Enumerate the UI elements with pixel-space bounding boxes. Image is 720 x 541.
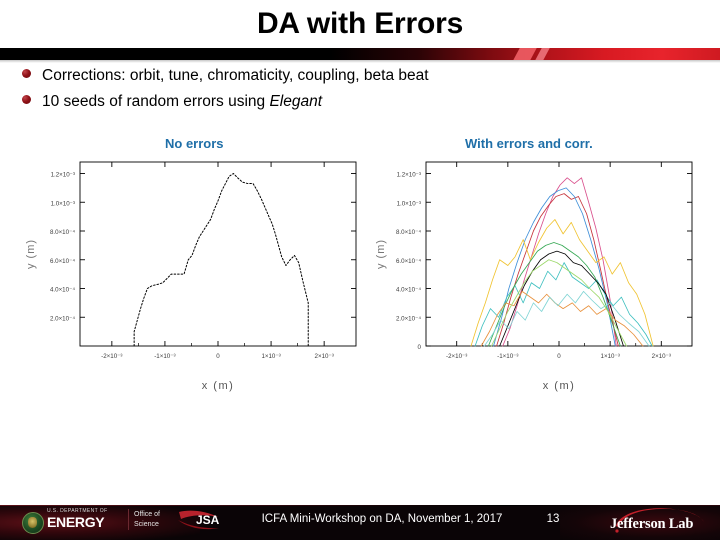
svg-text:8.0×10⁻⁴: 8.0×10⁻⁴ (396, 229, 421, 236)
svg-text:1.2×10⁻³: 1.2×10⁻³ (51, 172, 75, 179)
doe-seal-icon (22, 512, 44, 534)
page-number: 13 (546, 513, 560, 525)
list-item: Corrections: orbit, tune, chromaticity, … (22, 66, 642, 88)
svg-text:1.0×10⁻³: 1.0×10⁻³ (51, 200, 75, 207)
svg-text:4.0×10⁻⁴: 4.0×10⁻⁴ (50, 287, 75, 294)
svg-text:-1×10⁻³: -1×10⁻³ (154, 353, 175, 360)
band-drop-shadow (0, 60, 720, 63)
bullet-emphasis: Elegant (269, 93, 323, 110)
svg-text:y (m): y (m) (25, 239, 37, 269)
bullet-text: 10 seeds of random errors using Elegant (42, 93, 323, 110)
svg-text:2.0×10⁻⁴: 2.0×10⁻⁴ (50, 315, 75, 322)
svg-text:-1×10⁻³: -1×10⁻³ (497, 353, 518, 360)
svg-text:0: 0 (418, 344, 422, 351)
svg-text:2×10⁻³: 2×10⁻³ (652, 353, 671, 360)
svg-text:y (m): y (m) (375, 239, 387, 269)
bullet-list: Corrections: orbit, tune, chromaticity, … (22, 66, 642, 118)
bullet-text: Corrections: orbit, tune, chromaticity, … (42, 67, 429, 84)
caption-no-errors: No errors (165, 136, 224, 151)
svg-text:1×10⁻³: 1×10⁻³ (601, 353, 620, 360)
svg-text:6.0×10⁻⁴: 6.0×10⁻⁴ (396, 258, 421, 265)
doe-energy-label: ENERGY (47, 514, 105, 530)
science-line-1: Office of (134, 511, 160, 518)
svg-text:8.0×10⁻⁴: 8.0×10⁻⁴ (50, 229, 75, 236)
bullet-dot-icon (22, 69, 31, 78)
slide-title: DA with Errors (256, 7, 464, 40)
svg-text:6.0×10⁻⁴: 6.0×10⁻⁴ (50, 258, 75, 265)
header-accent-band (0, 48, 720, 60)
svg-text:0: 0 (557, 353, 561, 360)
svg-text:x (m): x (m) (202, 380, 235, 392)
chart-with-errors: -2×10⁻³ -1×10⁻³ 0 1×10⁻³ 2×10⁻³ 0 2.0×10⁻⁴ 4.0×… (374, 152, 704, 392)
science-line-2: Science (134, 520, 159, 528)
svg-text:2.0×10⁻⁴: 2.0×10⁻⁴ (396, 315, 421, 322)
svg-text:1.2×10⁻³: 1.2×10⁻³ (397, 172, 421, 179)
office-of-science-label: Office of Science (134, 510, 160, 529)
svg-text:-2×10⁻³: -2×10⁻³ (101, 353, 122, 360)
svg-text:0: 0 (216, 353, 220, 360)
svg-text:1×10⁻³: 1×10⁻³ (261, 353, 280, 360)
footer-divider (128, 509, 129, 530)
svg-text:-2×10⁻³: -2×10⁻³ (446, 353, 467, 360)
list-item: 10 seeds of random errors using Elegant (22, 92, 642, 114)
jefferson-lab-logo: Jefferson Lab (608, 506, 712, 536)
bullet-dot-icon (22, 95, 31, 104)
svg-text:x (m): x (m) (543, 380, 576, 392)
chart-no-errors: -2×10⁻³ -1×10⁻³ 0 1×10⁻³ 2×10⁻³ 2.0×10⁻⁴ 4.0×1… (18, 152, 364, 392)
footer-conference-text: ICFA Mini-Workshop on DA, November 1, 20… (261, 513, 503, 525)
caption-with-errors: With errors and corr. (465, 136, 593, 151)
svg-text:4.0×10⁻⁴: 4.0×10⁻⁴ (396, 287, 421, 294)
svg-text:2×10⁻³: 2×10⁻³ (315, 353, 334, 360)
title-bar: DA with Errors (0, 0, 720, 48)
svg-text:1.0×10⁻³: 1.0×10⁻³ (397, 200, 421, 207)
doe-logo-text: U.S. DEPARTMENT OF ENERGY (47, 508, 108, 530)
jefferson-lab-label: Jefferson Lab (610, 516, 694, 532)
band-highlight-slash (510, 48, 539, 60)
